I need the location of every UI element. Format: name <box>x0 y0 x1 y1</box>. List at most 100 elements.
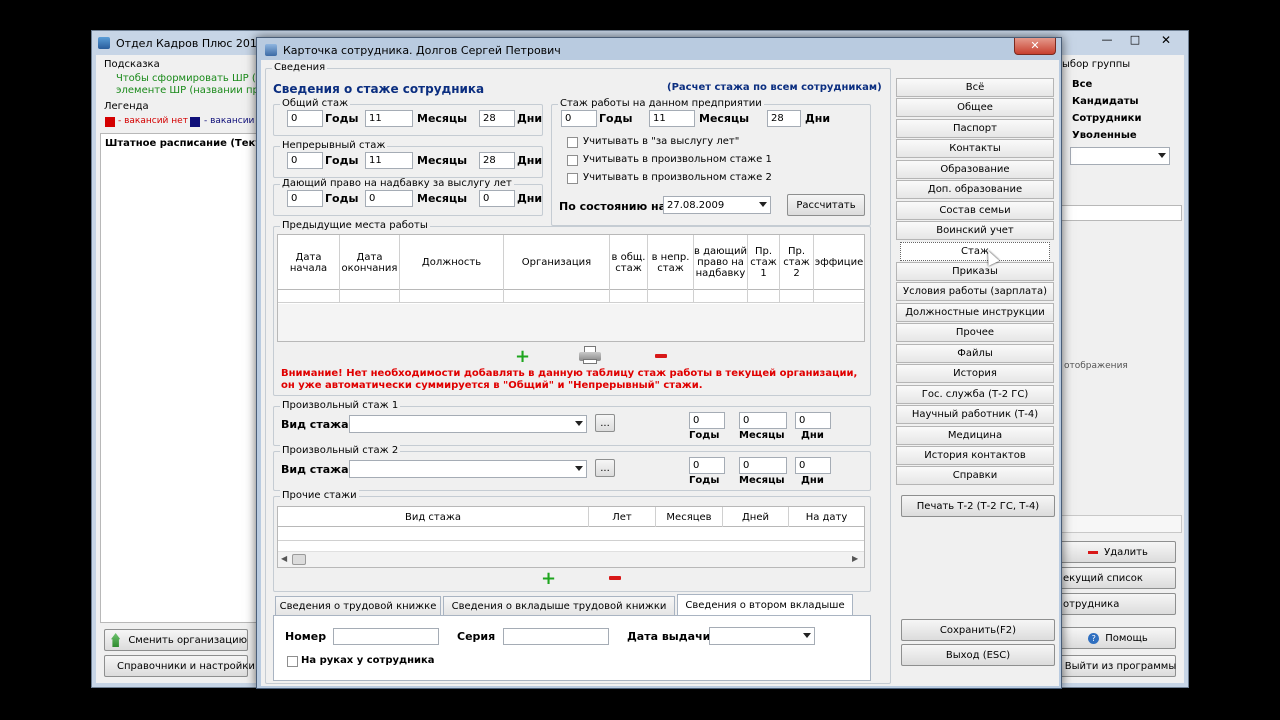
employee-button[interactable]: отрудника <box>1060 593 1176 615</box>
col-years[interactable]: Лет <box>589 507 656 527</box>
arbitrary1-checkbox[interactable] <box>567 155 578 166</box>
arbitrary1-years-input[interactable] <box>689 412 725 429</box>
on-hands-checkbox[interactable] <box>287 656 298 667</box>
printer-icon[interactable] <box>579 346 601 364</box>
col-arb2[interactable]: Пр. стаж 2 <box>780 235 814 290</box>
as-of-date-picker[interactable]: 27.08.2009 <box>663 196 771 214</box>
remove-other-button[interactable] <box>609 576 621 580</box>
current-list-button[interactable]: екущий список <box>1060 567 1176 589</box>
prev-jobs-empty-row[interactable] <box>278 290 864 303</box>
continuous-years-input[interactable] <box>287 152 323 169</box>
total-months-input[interactable] <box>365 110 413 127</box>
right-filter-field[interactable] <box>1060 205 1182 221</box>
col-organization[interactable]: Организация <box>504 235 610 290</box>
nav-contact-history[interactable]: История контактов <box>896 446 1054 465</box>
main-close-button[interactable]: ✕ <box>1150 33 1182 49</box>
add-prev-job-button[interactable]: + <box>515 348 530 366</box>
help-button[interactable]: ? Помощь <box>1060 627 1176 649</box>
dialog-close-button[interactable]: ✕ <box>1014 38 1056 55</box>
nav-history[interactable]: История <box>896 364 1054 383</box>
scroll-thumb[interactable] <box>292 554 306 565</box>
main-maximize-button[interactable]: □ <box>1122 33 1148 49</box>
nav-certificates[interactable]: Справки <box>896 466 1054 485</box>
nav-salary[interactable]: Условия работы (зарплата) <box>896 282 1054 301</box>
arbitrary2-checkbox[interactable] <box>567 173 578 184</box>
col-months[interactable]: Месяцев <box>656 507 723 527</box>
group-option-employees[interactable]: Сотрудники <box>1072 113 1141 124</box>
nav-orders[interactable]: Приказы <box>896 262 1054 281</box>
col-in-total[interactable]: в общ. стаж <box>610 235 648 290</box>
nav-files[interactable]: Файлы <box>896 344 1054 363</box>
nav-civil-service[interactable]: Гос. служба (Т-2 ГС) <box>896 385 1054 404</box>
arbitrary2-kind-combo[interactable] <box>349 460 587 478</box>
longevity-years-input[interactable] <box>287 190 323 207</box>
current-org-months-input[interactable] <box>649 110 695 127</box>
arbitrary1-ellipsis-button[interactable]: ... <box>595 414 615 432</box>
change-org-button[interactable]: Сменить организацию <box>104 629 248 651</box>
longevity-days-input[interactable] <box>479 190 515 207</box>
continuous-months-input[interactable] <box>365 152 413 169</box>
arbitrary2-months-input[interactable] <box>739 457 787 474</box>
tab-second-insert[interactable]: Сведения о втором вкладыше <box>677 594 853 616</box>
delete-button[interactable]: Удалить <box>1060 541 1176 563</box>
remove-prev-job-button[interactable] <box>655 354 667 358</box>
group-combo[interactable] <box>1070 147 1170 165</box>
calc-all-link[interactable]: (Расчет стажа по всем сотрудникам) <box>667 82 882 93</box>
series-input[interactable] <box>503 628 609 645</box>
print-button[interactable]: Печать Т-2 (Т-2 ГС, Т-4) <box>901 495 1055 517</box>
current-org-days-input[interactable] <box>767 110 801 127</box>
arbitrary1-months-input[interactable] <box>739 412 787 429</box>
add-other-button[interactable]: + <box>541 570 556 588</box>
calculate-button[interactable]: Рассчитать <box>787 194 865 216</box>
prev-jobs-table[interactable]: Дата начала Дата окончания Должность Орг… <box>277 234 865 342</box>
arbitrary2-years-input[interactable] <box>689 457 725 474</box>
number-input[interactable] <box>333 628 439 645</box>
col-days[interactable]: Дней <box>723 507 789 527</box>
group-option-all[interactable]: Все <box>1072 79 1092 90</box>
nav-military[interactable]: Воинский учет <box>896 221 1054 240</box>
nav-family[interactable]: Состав семьи <box>896 201 1054 220</box>
group-option-candidates[interactable]: Кандидаты <box>1072 96 1139 107</box>
nav-job-instructions[interactable]: Должностные инструкции <box>896 303 1054 322</box>
nav-passport[interactable]: Паспорт <box>896 119 1054 138</box>
longevity-checkbox[interactable] <box>567 137 578 148</box>
tab-insert[interactable]: Сведения о вкладыше трудовой книжки <box>443 596 675 616</box>
col-start-date[interactable]: Дата начала <box>278 235 340 290</box>
exit-button[interactable]: Выход (ESC) <box>901 644 1055 666</box>
nav-medicine[interactable]: Медицина <box>896 426 1054 445</box>
group-option-fired[interactable]: Уволенные <box>1072 130 1137 141</box>
settings-button[interactable]: Справочники и настройки <box>104 655 255 677</box>
col-end-date[interactable]: Дата окончания <box>340 235 400 290</box>
continuous-days-input[interactable] <box>479 152 515 169</box>
main-minimize-button[interactable]: — <box>1094 33 1120 49</box>
other-scrollbar[interactable]: ◀ ▶ <box>278 551 864 567</box>
staff-schedule-tree[interactable]: Штатное расписание (Текущ <box>100 133 273 623</box>
issue-date-picker[interactable] <box>709 627 815 645</box>
col-position[interactable]: Должность <box>400 235 504 290</box>
nav-experience[interactable]: Стаж <box>900 242 1050 261</box>
longevity-months-input[interactable] <box>365 190 413 207</box>
exit-program-button[interactable]: Выйти из программы <box>1060 655 1176 677</box>
col-in-longevity[interactable]: в дающий право на надбавку <box>694 235 748 290</box>
nav-contacts[interactable]: Контакты <box>896 139 1054 158</box>
nav-other[interactable]: Прочее <box>896 323 1054 342</box>
scroll-left-arrow[interactable]: ◀ <box>281 554 287 563</box>
nav-scientist[interactable]: Научный работник (Т-4) <box>896 405 1054 424</box>
staff-schedule-root[interactable]: Штатное расписание (Текущ <box>105 138 273 149</box>
col-kind[interactable]: Вид стажа <box>278 507 589 527</box>
arbitrary1-kind-combo[interactable] <box>349 415 587 433</box>
nav-education[interactable]: Образование <box>896 160 1054 179</box>
total-days-input[interactable] <box>479 110 515 127</box>
nav-extra-education[interactable]: Доп. образование <box>896 180 1054 199</box>
scroll-right-arrow[interactable]: ▶ <box>852 554 858 563</box>
arbitrary1-days-input[interactable] <box>795 412 831 429</box>
current-org-years-input[interactable] <box>561 110 597 127</box>
col-arb1[interactable]: Пр. стаж 1 <box>748 235 780 290</box>
col-in-continuous[interactable]: в непр. стаж <box>648 235 694 290</box>
arbitrary2-days-input[interactable] <box>795 457 831 474</box>
total-years-input[interactable] <box>287 110 323 127</box>
tab-work-book[interactable]: Сведения о трудовой книжке <box>275 596 441 616</box>
nav-all[interactable]: Всё <box>896 78 1054 97</box>
col-on-date[interactable]: На дату <box>789 507 864 527</box>
nav-general[interactable]: Общее <box>896 98 1054 117</box>
